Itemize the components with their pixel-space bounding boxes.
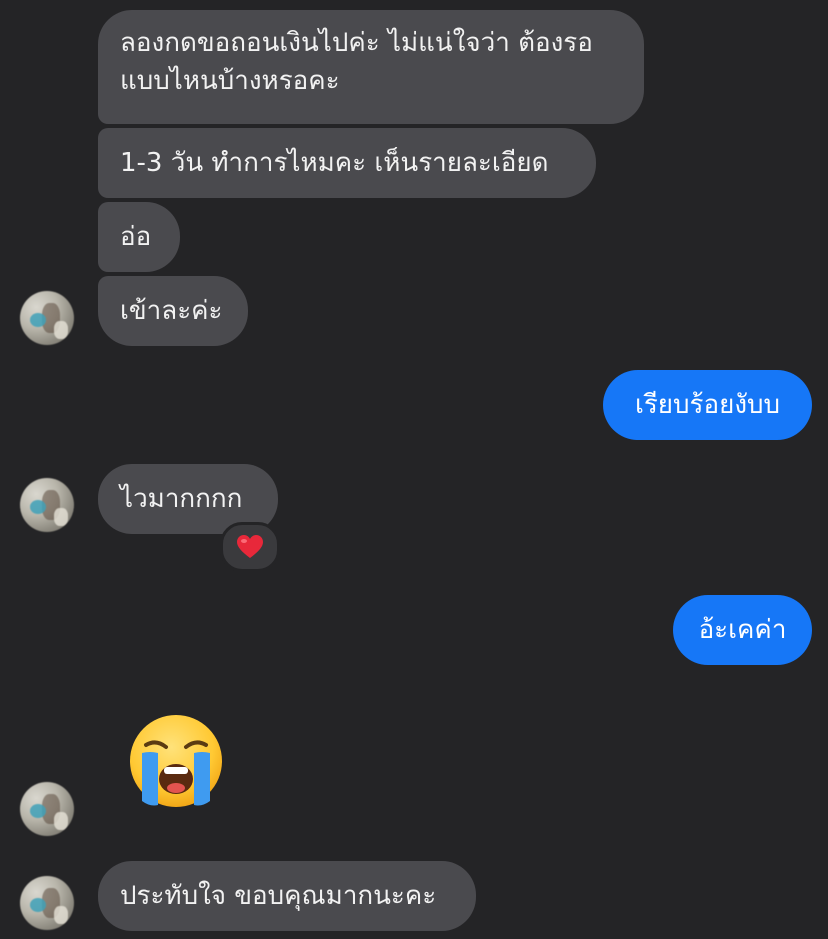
incoming-message-bubble[interactable]: ลองกดขอถอนเงินไปค่ะ ไม่แน่ใจว่า ต้องรอ แ… — [98, 10, 644, 124]
message-text: เข้าละค่ะ — [120, 296, 223, 326]
message-text: เรียบร้อยงับบ — [634, 390, 781, 420]
incoming-message-bubble[interactable]: อ่อ — [98, 202, 180, 272]
message-text: 1-3 วัน ทำการไหมคะ เห็นรายละเอียด — [120, 148, 549, 178]
incoming-message-bubble[interactable]: ประทับใจ ขอบคุณมากนะคะ — [98, 861, 476, 931]
message-text: อ้ะเคค่า — [698, 615, 787, 645]
incoming-message-bubble[interactable]: เข้าละค่ะ — [98, 276, 248, 346]
incoming-message-bubble[interactable]: 1-3 วัน ทำการไหมคะ เห็นรายละเอียด — [98, 128, 596, 198]
contact-avatar[interactable] — [20, 478, 74, 532]
message-text: ไวมากกกก — [120, 484, 243, 514]
message-text: ลองกดขอถอนเงินไปค่ะ ไม่แน่ใจว่า ต้องรอ — [120, 28, 593, 58]
outgoing-message-bubble[interactable]: เรียบร้อยงับบ — [603, 370, 812, 440]
message-text: แบบไหนบ้างหรอคะ — [120, 66, 340, 96]
heart-icon — [237, 535, 263, 558]
outgoing-message-bubble[interactable]: อ้ะเคค่า — [673, 595, 812, 665]
message-text: ประทับใจ ขอบคุณมากนะคะ — [120, 881, 437, 911]
contact-avatar[interactable] — [20, 782, 74, 836]
message-reaction[interactable] — [220, 522, 280, 572]
loudly-crying-face-icon — [130, 715, 222, 807]
contact-avatar[interactable] — [20, 876, 74, 930]
message-text: อ่อ — [120, 222, 152, 252]
contact-avatar[interactable] — [20, 291, 74, 345]
